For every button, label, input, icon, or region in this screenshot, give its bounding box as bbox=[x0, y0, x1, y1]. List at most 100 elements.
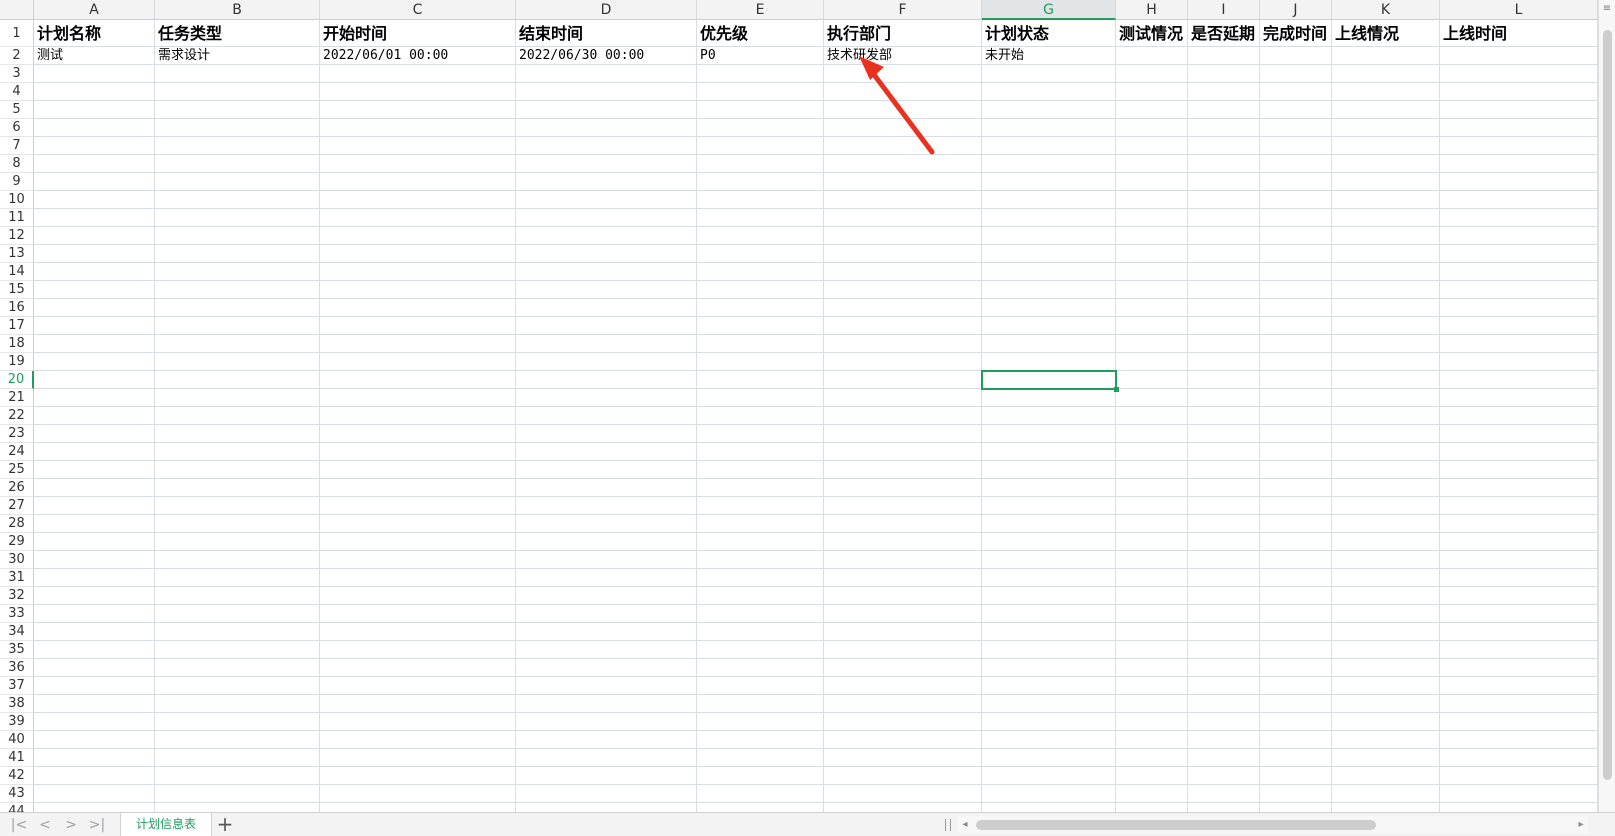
cell-d4[interactable] bbox=[516, 83, 697, 101]
cell-h22[interactable] bbox=[1116, 407, 1188, 425]
cell-k18[interactable] bbox=[1332, 335, 1440, 353]
cell-f43[interactable] bbox=[824, 785, 982, 803]
cell-g27[interactable] bbox=[982, 497, 1116, 515]
cell-f31[interactable] bbox=[824, 569, 982, 587]
column-header-e[interactable]: E bbox=[697, 0, 824, 20]
cell-d3[interactable] bbox=[516, 65, 697, 83]
cell-k16[interactable] bbox=[1332, 299, 1440, 317]
cell-k29[interactable] bbox=[1332, 533, 1440, 551]
cell-a2[interactable]: 测试 bbox=[34, 47, 155, 65]
cell-i27[interactable] bbox=[1188, 497, 1260, 515]
cell-i35[interactable] bbox=[1188, 641, 1260, 659]
cell-l2[interactable] bbox=[1440, 47, 1598, 65]
scroll-left-icon[interactable]: ◂ bbox=[958, 816, 972, 833]
cell-f39[interactable] bbox=[824, 713, 982, 731]
row-header-5[interactable]: 5 bbox=[0, 101, 34, 119]
row-header-16[interactable]: 16 bbox=[0, 299, 34, 317]
cell-c14[interactable] bbox=[320, 263, 516, 281]
cell-e36[interactable] bbox=[697, 659, 824, 677]
cell-g24[interactable] bbox=[982, 443, 1116, 461]
cell-c15[interactable] bbox=[320, 281, 516, 299]
cell-d39[interactable] bbox=[516, 713, 697, 731]
cell-l13[interactable] bbox=[1440, 245, 1598, 263]
cell-i1[interactable]: 是否延期 bbox=[1188, 20, 1260, 47]
cell-h34[interactable] bbox=[1116, 623, 1188, 641]
cell-h42[interactable] bbox=[1116, 767, 1188, 785]
cell-l19[interactable] bbox=[1440, 353, 1598, 371]
cell-b25[interactable] bbox=[155, 461, 320, 479]
cell-k8[interactable] bbox=[1332, 155, 1440, 173]
row-header-18[interactable]: 18 bbox=[0, 335, 34, 353]
cell-h4[interactable] bbox=[1116, 83, 1188, 101]
cell-b13[interactable] bbox=[155, 245, 320, 263]
cell-l37[interactable] bbox=[1440, 677, 1598, 695]
spreadsheet-grid[interactable]: ABCDEFGHIJKL 1 2 3 4 5 6 7 8 9 10 11 12 13 14 15 16 17 18… bbox=[0, 0, 1598, 812]
cell-b14[interactable] bbox=[155, 263, 320, 281]
cell-g26[interactable] bbox=[982, 479, 1116, 497]
row-header-24[interactable]: 24 bbox=[0, 443, 34, 461]
row-header-9[interactable]: 9 bbox=[0, 173, 34, 191]
cell-e9[interactable] bbox=[697, 173, 824, 191]
cell-c26[interactable] bbox=[320, 479, 516, 497]
row-header-27[interactable]: 27 bbox=[0, 497, 34, 515]
cell-j38[interactable] bbox=[1260, 695, 1332, 713]
cell-e16[interactable] bbox=[697, 299, 824, 317]
cell-g9[interactable] bbox=[982, 173, 1116, 191]
cell-c31[interactable] bbox=[320, 569, 516, 587]
row-header-44[interactable]: 44 bbox=[0, 803, 34, 812]
cell-l12[interactable] bbox=[1440, 227, 1598, 245]
cell-i9[interactable] bbox=[1188, 173, 1260, 191]
cell-h18[interactable] bbox=[1116, 335, 1188, 353]
cell-b39[interactable] bbox=[155, 713, 320, 731]
cell-l29[interactable] bbox=[1440, 533, 1598, 551]
cell-j29[interactable] bbox=[1260, 533, 1332, 551]
cell-g21[interactable] bbox=[982, 389, 1116, 407]
cell-e15[interactable] bbox=[697, 281, 824, 299]
cell-j12[interactable] bbox=[1260, 227, 1332, 245]
column-header-k[interactable]: K bbox=[1332, 0, 1440, 20]
cell-a10[interactable] bbox=[34, 191, 155, 209]
cell-a41[interactable] bbox=[34, 749, 155, 767]
row-header-17[interactable]: 17 bbox=[0, 317, 34, 335]
cell-c42[interactable] bbox=[320, 767, 516, 785]
cell-l3[interactable] bbox=[1440, 65, 1598, 83]
cell-c5[interactable] bbox=[320, 101, 516, 119]
cell-f10[interactable] bbox=[824, 191, 982, 209]
cell-j9[interactable] bbox=[1260, 173, 1332, 191]
cell-a15[interactable] bbox=[34, 281, 155, 299]
cell-i14[interactable] bbox=[1188, 263, 1260, 281]
row-header-20[interactable]: 20 bbox=[0, 371, 34, 389]
cell-f5[interactable] bbox=[824, 101, 982, 119]
row-header-34[interactable]: 34 bbox=[0, 623, 34, 641]
cell-c38[interactable] bbox=[320, 695, 516, 713]
cell-l36[interactable] bbox=[1440, 659, 1598, 677]
cell-i26[interactable] bbox=[1188, 479, 1260, 497]
cell-d27[interactable] bbox=[516, 497, 697, 515]
cell-l30[interactable] bbox=[1440, 551, 1598, 569]
cell-d7[interactable] bbox=[516, 137, 697, 155]
cell-c34[interactable] bbox=[320, 623, 516, 641]
cell-g28[interactable] bbox=[982, 515, 1116, 533]
cell-b17[interactable] bbox=[155, 317, 320, 335]
cell-b40[interactable] bbox=[155, 731, 320, 749]
cell-c7[interactable] bbox=[320, 137, 516, 155]
row-header-2[interactable]: 2 bbox=[0, 47, 34, 65]
cell-d12[interactable] bbox=[516, 227, 697, 245]
cell-j21[interactable] bbox=[1260, 389, 1332, 407]
cell-a6[interactable] bbox=[34, 119, 155, 137]
horizontal-scroll-thumb[interactable] bbox=[976, 820, 1376, 830]
cell-g38[interactable] bbox=[982, 695, 1116, 713]
cell-d21[interactable] bbox=[516, 389, 697, 407]
cell-b18[interactable] bbox=[155, 335, 320, 353]
cell-h31[interactable] bbox=[1116, 569, 1188, 587]
cell-g37[interactable] bbox=[982, 677, 1116, 695]
cell-g32[interactable] bbox=[982, 587, 1116, 605]
cell-f17[interactable] bbox=[824, 317, 982, 335]
row-header-33[interactable]: 33 bbox=[0, 605, 34, 623]
row-header-8[interactable]: 8 bbox=[0, 155, 34, 173]
cell-h8[interactable] bbox=[1116, 155, 1188, 173]
cell-a9[interactable] bbox=[34, 173, 155, 191]
cell-l21[interactable] bbox=[1440, 389, 1598, 407]
cell-l23[interactable] bbox=[1440, 425, 1598, 443]
cell-k17[interactable] bbox=[1332, 317, 1440, 335]
